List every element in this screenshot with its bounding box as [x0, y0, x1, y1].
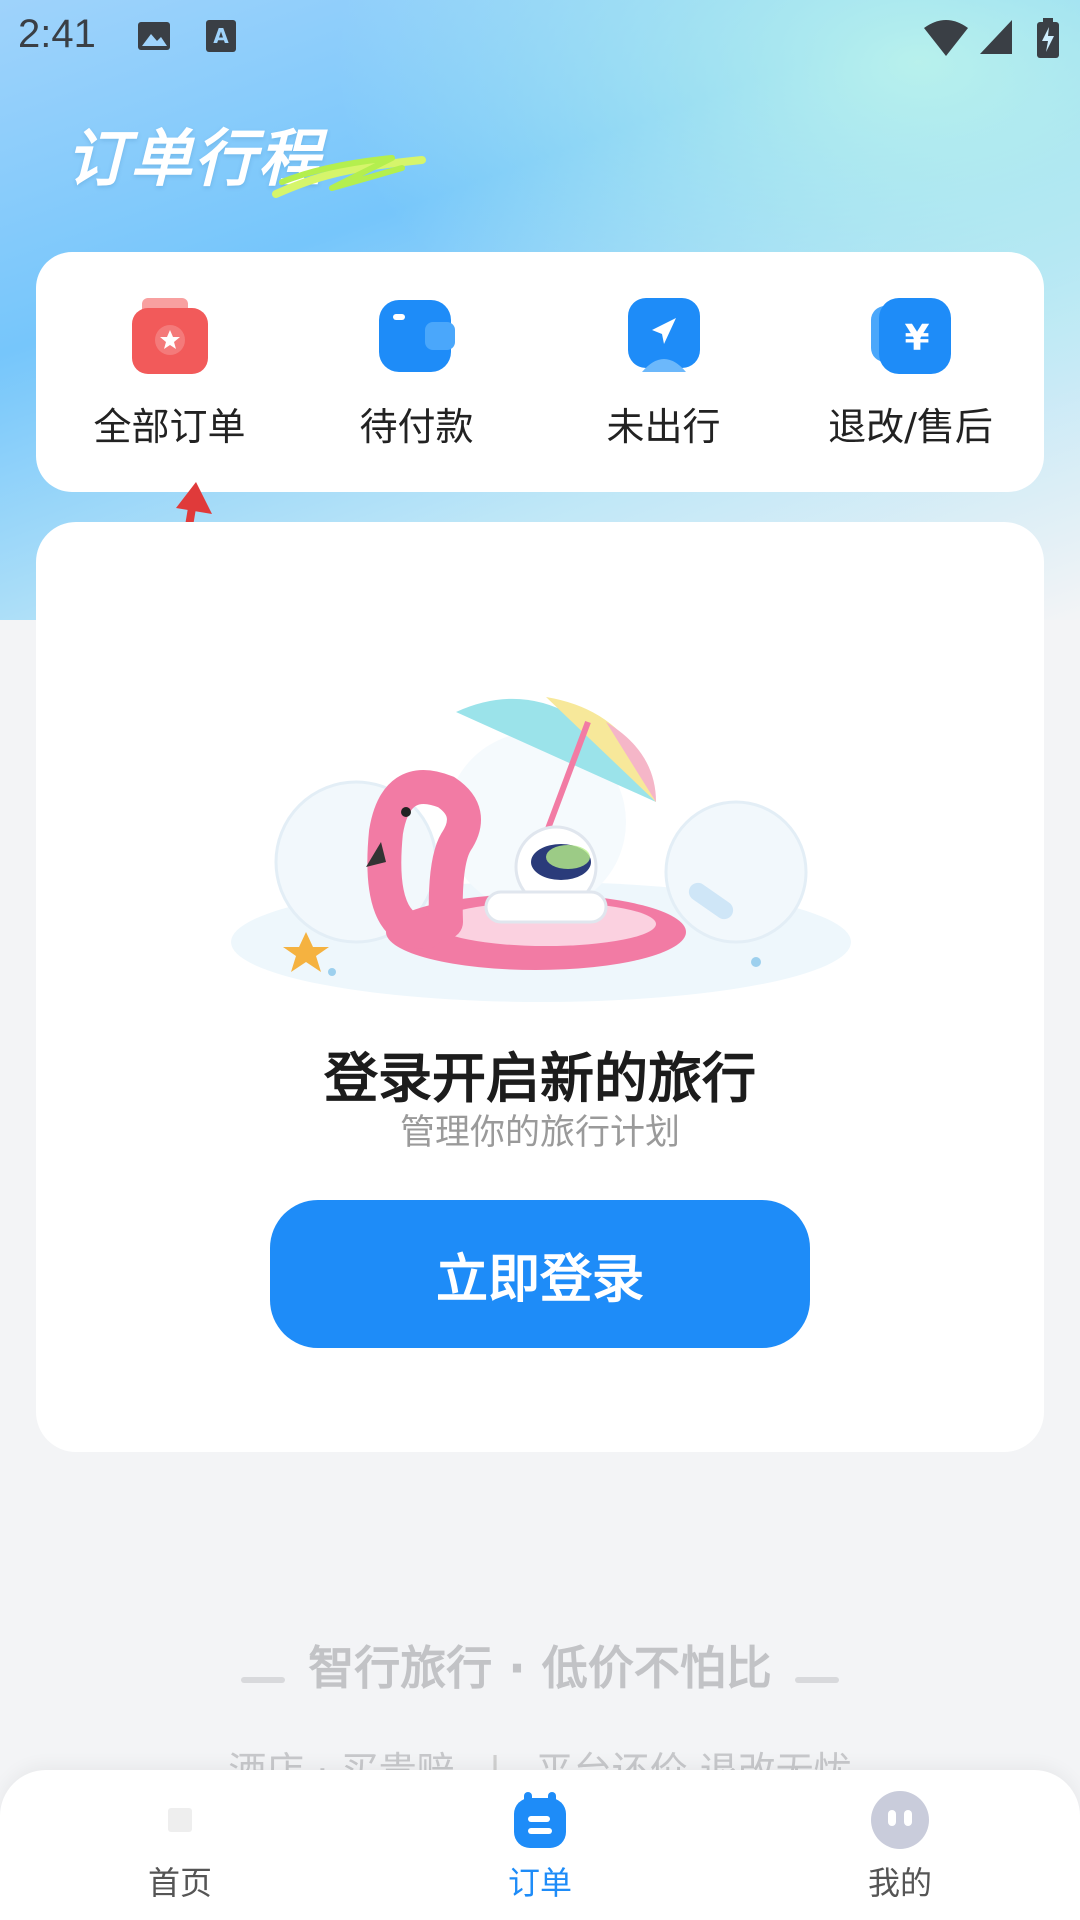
quick-item-refund-after-sales[interactable]: ¥ 退改/售后 [801, 294, 1021, 451]
nav-item-profile[interactable]: 我的 [800, 1790, 1000, 1904]
nav-label: 订单 [507, 1864, 572, 1902]
status-time: 2:41 [18, 12, 96, 56]
empty-state-subtitle: 管理你的旅行计划 [399, 1113, 680, 1153]
quick-item-all-orders[interactable]: 全部订单 [60, 294, 280, 451]
image-icon [138, 22, 170, 50]
nav-label: 首页 [147, 1864, 212, 1902]
quick-item-label: 未出行 [606, 404, 721, 449]
svg-text:A: A [213, 24, 229, 48]
quick-item-label: 待付款 [359, 404, 474, 449]
title-swoosh-decoration [272, 155, 426, 198]
login-button[interactable]: 立即登录 [270, 1200, 810, 1348]
wifi-icon [924, 20, 968, 56]
wallet-icon [375, 294, 459, 378]
yuan-refund-icon: ¥ [869, 294, 953, 378]
battery-charging-icon [1037, 18, 1059, 58]
quick-item-label: 全部订单 [93, 404, 246, 449]
order-quick-menu: 全部订单 待付款 未出行 ¥ 退改/售后 [36, 252, 1044, 492]
bottom-nav: 首页 订单 我的 [0, 1770, 1080, 1920]
nav-label: 我的 [867, 1864, 932, 1902]
status-bar: 2:41 A [0, 0, 1080, 76]
empty-state-card: 登录开启新的旅行 管理你的旅行计划 立即登录 [36, 522, 1044, 1452]
divider-line [794, 1676, 839, 1683]
quick-item-pending-payment[interactable]: 待付款 [307, 294, 527, 451]
flamingo-float-illustration [231, 697, 851, 1002]
order-icon [510, 1790, 570, 1850]
quick-item-upcoming-trips[interactable]: 未出行 [554, 294, 774, 451]
svg-text:¥: ¥ [904, 318, 929, 359]
navigation-icon [622, 294, 706, 378]
cellular-signal-icon [980, 20, 1012, 54]
keyboard-a-icon: A [206, 20, 236, 52]
nav-item-home[interactable]: 首页 [80, 1790, 280, 1904]
slogan-text: 智行旅行 · 低价不怕比 [308, 1641, 772, 1695]
divider-line [241, 1676, 286, 1683]
empty-state-title: 登录开启新的旅行 [324, 1047, 756, 1110]
home-icon [150, 1790, 210, 1850]
quick-item-label: 退改/售后 [828, 404, 993, 449]
nav-item-orders[interactable]: 订单 [440, 1790, 640, 1904]
folder-star-icon [128, 294, 212, 378]
profile-icon [870, 1790, 930, 1850]
slogan-row: 智行旅行 · 低价不怕比 [0, 1632, 1080, 1698]
